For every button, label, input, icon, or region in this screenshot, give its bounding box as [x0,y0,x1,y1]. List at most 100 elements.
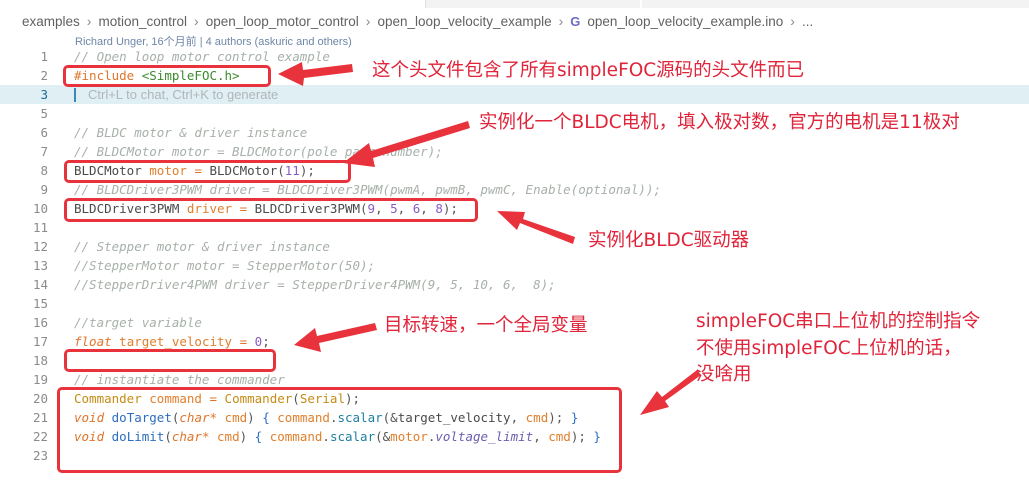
punctuation-token: ( [277,163,285,178]
line-number: 17 [32,334,48,349]
ai-inline-hint[interactable]: Ctrl+L to chat, Ctrl+K to generate [88,87,278,102]
annotation-include: 这个头文件包含了所有simpleFOC源码的头文件而已 [372,60,805,81]
keyword-token: void [74,429,105,444]
code-line[interactable]: 13 //StepperMotor motor = StepperMotor(5… [0,256,1029,275]
code-text: void doLimit(char* cmd) { command.scalar… [74,427,601,446]
operator-token: = [239,334,248,349]
type-token: BLDCMotor [74,163,142,178]
line-number: 3 [40,87,48,102]
chevron-right-icon: › [558,13,564,29]
annotation-driver: 实例化BLDC驱动器 [588,230,750,251]
editor-tab-strip [0,0,1029,8]
breadcrumb-item-examples[interactable]: examples [22,14,80,29]
parameter-token: cmd [217,429,240,444]
code-line[interactable]: 10 BLDCDriver3PWM driver = BLDCDriver3PW… [0,199,1029,218]
identifier-token: target_velocity [397,410,511,425]
code-text: float target_velocity = 0; [74,332,270,351]
punctuation-token: , [533,429,549,444]
active-tab[interactable] [0,0,425,8]
method-token: scalar [337,410,383,425]
punctuation-token: , [375,201,391,216]
code-line[interactable]: 8 BLDCMotor motor = BLDCMotor(11); [0,161,1029,180]
line-number: 13 [32,258,48,273]
line-number: 5 [40,106,48,121]
chevron-right-icon: › [194,13,199,29]
operator-token: = [239,201,248,216]
annotation-commander-line3: 没啥用 [696,364,752,385]
number-token: 5 [390,201,398,216]
annotation-commander-line2: 不使用simpleFOC上位机的话， [696,338,962,359]
comment-token: // BLDCDriver3PWM driver = BLDCDriver3PW… [74,182,661,197]
comment-token: // BLDCMotor motor = BLDCMotor(pole pair… [74,144,443,159]
line-number: 23 [32,448,48,463]
line-number: 15 [32,296,48,311]
operator-token: = [209,391,218,406]
operator-token: = [194,163,202,178]
line-number: 11 [32,220,48,235]
code-line[interactable]: 11 [0,218,1029,237]
chevron-right-icon: › [86,13,92,29]
code-line-current[interactable]: 3 Ctrl+L to chat, Ctrl+K to generate [0,85,1029,104]
variable-token: motor [390,429,428,444]
code-line[interactable]: 19 // instantiate the commander [0,370,1029,389]
punctuation-token: ); [570,429,594,444]
punctuation-token: , [510,410,526,425]
breadcrumb-item-motion-control[interactable]: motion_control [98,14,187,29]
breadcrumb: examples › motion_control › open_loop_mo… [22,11,813,31]
code-line[interactable]: 23 [0,446,1029,465]
function-token: doTarget [111,410,172,425]
number-token: 8 [435,201,443,216]
punctuation-token: ); [299,163,315,178]
type-token: BLDCDriver3PWM [74,201,180,216]
chevron-right-icon: › [365,13,371,29]
chevron-right-icon: › [790,13,795,29]
code-line[interactable]: 22 void doLimit(char* cmd) { command.sca… [0,427,1029,446]
code-line[interactable]: 20 Commander command = Commander(Serial)… [0,389,1029,408]
keyword-token: float [74,334,112,349]
line-number: 7 [40,144,48,159]
code-text: #include <SimpleFOC.h> [74,66,240,85]
comment-token: // Stepper motor & driver instance [74,239,330,254]
code-line[interactable]: 21 void doTarget(char* cmd) { command.sc… [0,408,1029,427]
parameter-token: cmd [525,410,549,425]
breadcrumb-item-open-loop-velocity-example[interactable]: open_loop_velocity_example [377,14,551,29]
code-text: Commander command = Commander(Serial); [74,389,360,408]
brace-token: } [570,410,579,425]
method-token: scalar [329,429,376,444]
code-line[interactable]: 12 // Stepper motor & driver instance [0,237,1029,256]
breadcrumb-item-open-loop-motor-control[interactable]: open_loop_motor_control [206,14,359,29]
line-number: 9 [40,182,48,197]
comment-token: //StepperDriver4PWM driver = StepperDriv… [74,277,556,292]
code-line[interactable]: 14 //StepperDriver4PWM driver = StepperD… [0,275,1029,294]
code-text: void doTarget(char* cmd) { command.scala… [74,408,578,427]
tab-divider [425,0,426,8]
code-text: //StepperDriver4PWM driver = StepperDriv… [74,275,556,294]
punctuation-token: ( [292,391,300,406]
code-text: // BLDCDriver3PWM driver = BLDCDriver3PW… [74,180,661,199]
code-line[interactable]: 7 // BLDCMotor motor = BLDCMotor(pole pa… [0,142,1029,161]
constructor-token: BLDCMotor [209,163,278,178]
git-blame-lens[interactable]: Richard Unger, 16个月前 | 4 authors (askuri… [75,33,352,48]
function-token: doLimit [111,429,165,444]
variable-token: target_velocity [119,334,233,349]
breadcrumb-more[interactable]: ... [802,14,813,29]
type-token: char* [171,429,210,444]
breadcrumb-file[interactable]: open_loop_velocity_example.ino [587,14,783,29]
code-line[interactable]: 9 // BLDCDriver3PWM driver = BLDCDriver3… [0,180,1029,199]
line-number: 18 [32,353,48,368]
annotation-motor: 实例化一个BLDC电机，填入极对数，官方的电机是11极对 [479,112,960,133]
code-text: // Stepper motor & driver instance [74,237,330,256]
line-number: 22 [32,429,48,444]
punctuation-token: (& [382,410,398,425]
tab-gap [640,0,642,8]
punctuation-token: , [397,201,413,216]
